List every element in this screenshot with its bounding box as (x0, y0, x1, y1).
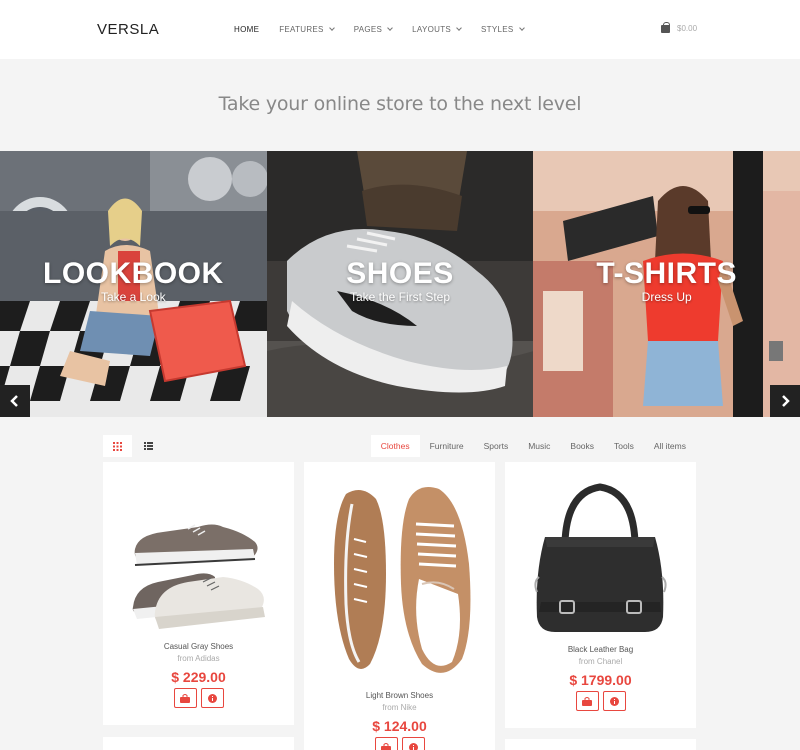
product-brand: from Chanel (578, 657, 623, 666)
site-header: VERSLA HOME FEATURES PAGES LAYOUTS STYLE… (0, 0, 800, 59)
list-view-button[interactable] (134, 435, 163, 457)
banner-title: LOOKBOOK (43, 257, 224, 290)
chevron-down-icon (518, 25, 525, 31)
banner-panel-shoes[interactable]: SHOES Take the First Step (266, 151, 534, 417)
filter-furniture[interactable]: Furniture (420, 435, 474, 457)
grid-view-button[interactable] (103, 435, 132, 457)
banner-next-button[interactable] (770, 385, 800, 417)
banner-subtitle: Take the First Step (349, 290, 451, 304)
nav-item-features[interactable]: FEATURES (279, 25, 335, 34)
chevron-down-icon (456, 25, 462, 31)
nav-label: LAYOUTS (412, 25, 452, 34)
banner-panel-lookbook[interactable]: LOOKBOOK Take a Look (0, 151, 267, 417)
product-name[interactable]: Light Brown Shoes (304, 691, 495, 700)
category-filters: Clothes Furniture Sports Music Books Too… (370, 435, 696, 457)
filter-music[interactable]: Music (518, 435, 560, 457)
main-nav: HOME FEATURES PAGES LAYOUTS STYLES (234, 25, 544, 34)
nav-label: HOME (234, 25, 260, 34)
add-to-cart-button[interactable] (575, 691, 599, 711)
chevron-down-icon (387, 25, 394, 31)
filter-tools[interactable]: Tools (604, 435, 644, 457)
chevron-left-icon (10, 395, 18, 407)
page-tagline: Take your online store to the next level (218, 93, 582, 115)
nav-item-layouts[interactable]: LAYOUTS (412, 25, 462, 34)
product-card[interactable] (505, 739, 696, 750)
nav-item-styles[interactable]: STYLES (481, 25, 525, 34)
product-brand: from Adidas (177, 654, 220, 663)
product-actions (304, 737, 495, 750)
filter-books[interactable]: Books (560, 435, 604, 457)
product-info-button[interactable] (200, 688, 224, 708)
banner-panel-tshirts[interactable]: T-SHIRTS Dress Up (533, 151, 800, 417)
add-to-cart-button[interactable] (173, 688, 197, 708)
product-name[interactable]: Casual Gray Shoes (103, 642, 294, 651)
nav-item-home[interactable]: HOME (234, 25, 259, 34)
grid-icon (113, 441, 122, 451)
nav-item-pages[interactable]: PAGES (353, 25, 394, 34)
product-price: $ 229.00 (171, 669, 226, 685)
nav-label: STYLES (481, 25, 514, 34)
filter-clothes[interactable]: Clothes (370, 435, 420, 457)
list-icon (144, 442, 153, 450)
product-card[interactable]: Black Leather Bag from Chanel $ 1799.00 (505, 462, 696, 728)
banner-subtitle: Dress Up (641, 290, 692, 304)
product-actions (103, 688, 294, 708)
product-image (534, 483, 667, 632)
cart-total: $0.00 (677, 24, 698, 33)
banner-title: T-SHIRTS (596, 257, 738, 290)
banner-prev-button[interactable] (0, 385, 30, 417)
chevron-right-icon (782, 395, 790, 407)
cart-button[interactable]: $0.00 (661, 21, 698, 33)
product-card[interactable]: Light Brown Shoes from Nike $ 124.00 (304, 462, 495, 750)
chevron-down-icon (328, 25, 335, 31)
add-to-cart-button[interactable] (374, 737, 398, 750)
info-icon (609, 696, 619, 706)
product-toolbar: Clothes Furniture Sports Music Books Too… (103, 435, 696, 457)
product-image (132, 524, 265, 629)
filter-all-items[interactable]: All items (644, 435, 696, 457)
product-card[interactable]: Casual Gray Shoes from Adidas $ 229.00 (103, 462, 294, 725)
product-price: $ 1799.00 (569, 672, 632, 688)
site-logo[interactable]: VERSLA (97, 21, 159, 38)
shopping-bag-icon (180, 693, 190, 703)
banner-subtitle: Take a Look (100, 290, 166, 304)
product-actions (505, 691, 696, 711)
product-price: $ 124.00 (372, 718, 427, 734)
product-info-button[interactable] (602, 691, 626, 711)
product-image (334, 486, 471, 673)
nav-label: FEATURES (279, 25, 324, 34)
product-name[interactable]: Black Leather Bag (505, 645, 696, 654)
filter-sports[interactable]: Sports (474, 435, 519, 457)
info-icon (408, 742, 418, 750)
nav-label: PAGES (353, 25, 383, 34)
product-brand: from Nike (382, 703, 417, 712)
product-card[interactable] (103, 737, 294, 750)
shopping-bag-icon (582, 696, 592, 706)
category-banner: LOOKBOOK Take a Look SHOES Take the Firs… (0, 151, 800, 417)
product-info-button[interactable] (401, 737, 425, 750)
banner-title: SHOES (346, 257, 454, 290)
shopping-bag-icon (381, 742, 391, 750)
info-icon (207, 693, 217, 703)
shopping-bag-icon (661, 21, 670, 33)
